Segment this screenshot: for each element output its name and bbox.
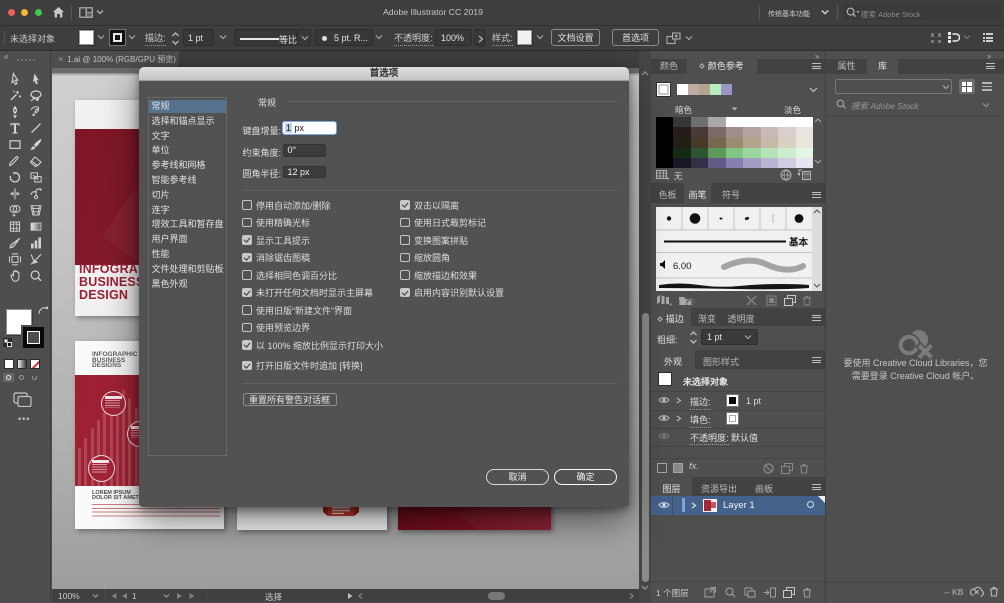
svg-text:6.00: 6.00	[673, 261, 692, 272]
svg-text:基本: 基本	[788, 236, 809, 248]
